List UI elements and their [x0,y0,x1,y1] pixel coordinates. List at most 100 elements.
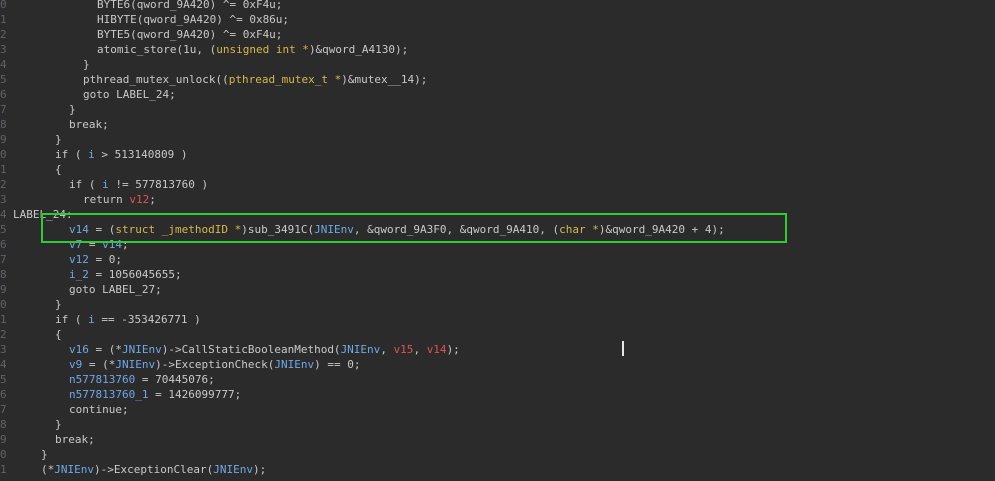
code-token: if ( [55,313,89,326]
line-number: 0 [0,448,7,461]
code-token: BYTE5(qword_9A420) ^= 0xF4u; [97,28,283,41]
code-token: ); [446,343,460,356]
code-line[interactable]: 9 goto LABEL_27; [0,282,995,297]
code-token: unsigned int * [216,43,309,56]
code-token: JNIEnv [274,358,315,371]
code-token: = 70445076; [135,373,215,386]
code-token: HIBYTE(qword_9A420) ^= 0x86u; [97,13,290,26]
code-line[interactable]: 2 BYTE5(qword_9A420) ^= 0xF4u; [0,27,995,42]
code-line[interactable]: 3 v16 = (*JNIEnv)->CallStaticBooleanMetho… [0,342,995,357]
code-line[interactable]: 2 if ( i != 577813760 ) [0,177,995,192]
code-line[interactable]: 6 goto LABEL_24; [0,87,995,102]
code-line[interactable]: 7} [0,102,995,117]
code-line[interactable]: 1 HIBYTE(qword_9A420) ^= 0x86u; [0,12,995,27]
code-token: } [55,298,62,311]
line-number: 4 [0,208,7,221]
line-number: 4 [0,358,7,371]
code-line[interactable]: 1 if ( i == -353426771 ) [0,312,995,327]
code-line[interactable]: 5 v14 = (struct _jmethodID *)sub_3491C(JN… [0,222,995,237]
code-token: if ( [69,178,103,191]
code-text: v9 = (*JNIEnv)->ExceptionCheck(JNIEnv) =… [69,357,360,372]
code-text: BYTE5(qword_9A420) ^= 0xF4u; [97,27,282,42]
code-token: == -353426771 ) [94,313,201,326]
code-token: JNIEnv [213,463,253,476]
code-line[interactable]: 0} [0,297,995,312]
line-number: 2 [0,28,7,41]
code-line[interactable]: 7 v12 = 0; [0,252,995,267]
code-token: goto LABEL_27; [69,283,162,296]
code-token: JNIEnv [314,223,354,236]
code-line[interactable]: 9 break; [0,432,995,447]
code-text: v12 = 0; [69,252,122,267]
code-token: JNIEnv [122,343,162,356]
code-line[interactable]: 1{ [0,162,995,177]
code-line[interactable]: 4 v9 = (*JNIEnv)->ExceptionCheck(JNIEnv) … [0,357,995,372]
code-token: v12 [129,193,150,206]
code-token: } [55,133,62,146]
code-token: = (* [82,358,116,371]
code-text: } [55,132,62,147]
code-token: v14 [69,223,89,236]
code-token: continue; [69,403,129,416]
code-line[interactable]: 3 return v12; [0,192,995,207]
code-token: BYTE6(qword_9A420) ^= 0xF4u; [97,0,283,11]
code-token: = (* [88,343,122,356]
code-text: if ( i == -353426771 ) [55,312,201,327]
code-text: break; [55,432,95,447]
line-number: 0 [0,0,7,11]
code-line[interactable]: 8} [0,417,995,432]
code-token: JNIEnv [340,343,381,356]
code-token: JNIEnv [54,463,94,476]
code-text: continue; [69,402,129,417]
code-line[interactable]: 7 continue; [0,402,995,417]
code-label-line[interactable]: 4 LABEL_24: [0,207,995,222]
line-number: 0 [0,298,7,311]
code-text: HIBYTE(qword_9A420) ^= 0x86u; [97,12,289,27]
code-token: i [88,148,95,161]
code-token: )&qword_A4130); [308,43,409,56]
code-token: v15 [393,343,414,356]
code-text: goto LABEL_24; [83,87,176,102]
code-line[interactable]: 4} [0,57,995,72]
code-token: n577813760 [69,373,136,386]
code-editor[interactable]: 0 BYTE6(qword_9A420) ^= 0xF4u; 1 HIBYTE(qwo… [0,0,995,481]
line-number: 6 [0,88,7,101]
code-token: )sub_3491C( [241,223,315,236]
code-token: break; [55,433,95,446]
code-line[interactable]: 8 break; [0,117,995,132]
code-token: LABEL_24: [13,208,73,221]
code-line[interactable]: 9} [0,132,995,147]
code-line[interactable]: 6 v7 = v14; [0,237,995,252]
code-text: if ( i != 577813760 ) [69,177,208,192]
code-token: ) == 0; [314,358,361,371]
code-token: (* [41,463,55,476]
code-line[interactable]: 5 n577813760 = 70445076; [0,372,995,387]
line-number: 1 [0,463,7,476]
code-text: v14 = (struct _jmethodID *)sub_3491C(JNI… [69,222,725,237]
code-text: i_2 = 1056045655; [69,267,182,282]
code-line[interactable]: 0} [0,447,995,462]
code-line[interactable]: 3 atomic_store(1u, (unsigned int *)&qword… [0,42,995,57]
line-number: 3 [0,343,7,356]
code-line[interactable]: 1 (*JNIEnv)->ExceptionClear(JNIEnv); [0,462,995,477]
line-number: 8 [0,118,7,131]
code-line[interactable]: 5 pthread_mutex_unlock((pthread_mutex_t *… [0,72,995,87]
code-line[interactable]: 2{ [0,327,995,342]
code-token: } [83,58,90,71]
code-line[interactable]: 6 n577813760_1 = 1426099777; [0,387,995,402]
code-text: LABEL_24: [13,207,73,222]
line-number: 6 [0,238,7,251]
code-line[interactable]: 0 if ( i > 513140809 ) [0,147,995,162]
line-number: 9 [0,133,7,146]
code-line[interactable]: 8 i_2 = 1056045655; [0,267,995,282]
line-number: 5 [0,373,7,386]
code-text: } [83,57,90,72]
code-text: (*JNIEnv)->ExceptionClear(JNIEnv); [41,462,266,477]
code-token: v14 [102,238,122,251]
code-text: pthread_mutex_unlock((pthread_mutex_t *)… [83,72,427,87]
line-number: 7 [0,253,7,266]
code-text: { [55,162,62,177]
code-token: n577813760_1 [69,388,149,401]
code-token: goto LABEL_24; [83,88,176,101]
code-line[interactable]: 0 BYTE6(qword_9A420) ^= 0xF4u; [0,0,995,12]
